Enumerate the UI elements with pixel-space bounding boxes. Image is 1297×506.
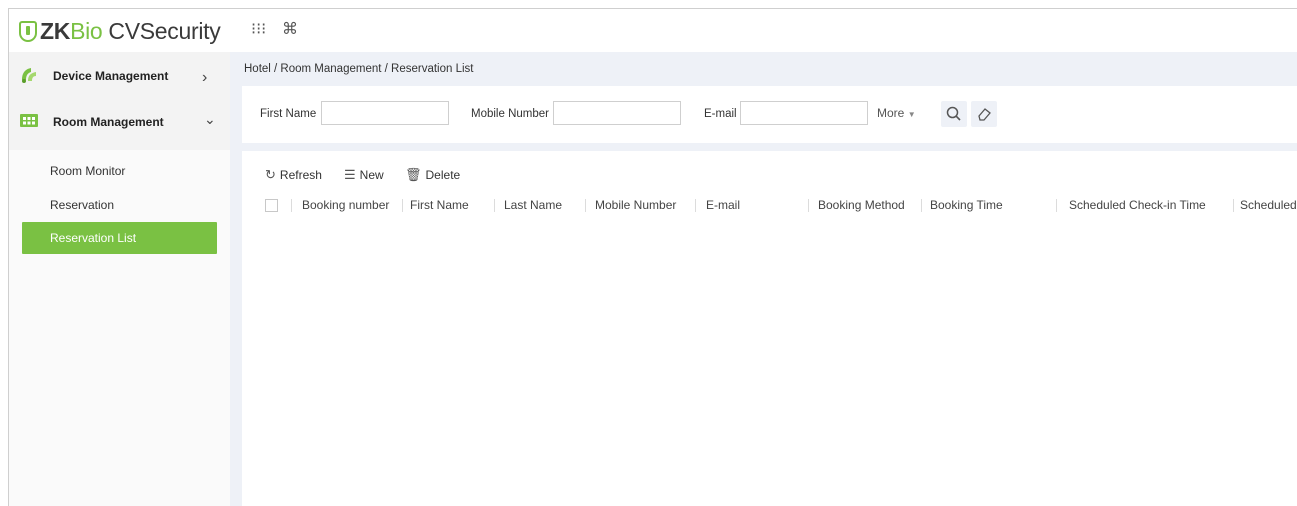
trash-icon: 🗑 <box>405 167 422 182</box>
main-content: Hotel / Room Management / Reservation Li… <box>230 52 1297 506</box>
chevron-right-icon: › <box>202 69 208 86</box>
table-header: Booking number First Name Last Name Mobi… <box>242 191 1297 217</box>
filter-bar: First Name Mobile Number E-mail More ▼ <box>242 86 1297 143</box>
sidebar: Device Management › Room Management ⌄ Ro… <box>9 52 230 506</box>
logo-cvsecurity-text: CVSecurity <box>108 17 221 44</box>
room-management-icon <box>20 114 38 127</box>
column-divider <box>291 199 292 212</box>
clear-button[interactable] <box>971 101 997 127</box>
sidebar-submenu <box>9 150 230 506</box>
sidebar-item-reservation[interactable]: Reservation <box>50 198 114 212</box>
column-header-booking-number[interactable]: Booking number <box>302 198 389 212</box>
delete-label: Delete <box>425 168 461 182</box>
app-logo[interactable]: ZK Bio CVSecurity <box>19 17 221 45</box>
refresh-label: Refresh <box>279 168 322 182</box>
email-input[interactable] <box>740 101 868 125</box>
more-filters-button[interactable]: More ▼ <box>877 106 916 120</box>
logo-zk-text: ZK <box>40 17 71 44</box>
more-label: More <box>877 106 905 120</box>
sidebar-item-reservation-list[interactable]: Reservation List <box>22 222 217 254</box>
table-panel: ↻ Refresh ☰ New 🗑 Delete Booking number … <box>242 151 1297 506</box>
first-name-input[interactable] <box>321 101 449 125</box>
sidebar-group-label: Device Management <box>53 69 169 83</box>
search-button[interactable] <box>941 101 967 127</box>
sidebar-group-label: Room Management <box>53 115 164 129</box>
first-name-label: First Name <box>260 108 317 120</box>
add-list-icon: ☰ <box>344 167 356 182</box>
search-icon <box>946 106 961 121</box>
column-divider <box>585 199 586 212</box>
chevron-down-icon: ⌄ <box>204 111 216 127</box>
apps-grid-icon[interactable]: ⁝⁝⁝ <box>251 19 266 39</box>
refresh-button[interactable]: ↻ Refresh <box>265 167 322 183</box>
column-header-scheduled[interactable]: Scheduled <box>1240 198 1297 212</box>
device-management-icon <box>22 68 36 83</box>
sidebar-item-room-monitor[interactable]: Room Monitor <box>50 164 125 178</box>
logo-bio-text: Bio <box>70 17 103 44</box>
email-label: E-mail <box>704 108 737 120</box>
column-divider <box>494 199 495 212</box>
column-divider <box>695 199 696 212</box>
column-header-scheduled-check-in-time[interactable]: Scheduled Check-in Time <box>1069 198 1206 212</box>
column-header-booking-time[interactable]: Booking Time <box>930 198 1003 212</box>
column-divider <box>921 199 922 212</box>
refresh-icon: ↻ <box>265 167 276 182</box>
column-header-mobile-number[interactable]: Mobile Number <box>595 198 676 212</box>
column-divider <box>808 199 809 212</box>
select-all-checkbox[interactable] <box>265 199 278 212</box>
new-button[interactable]: ☰ New <box>344 167 384 183</box>
column-divider <box>1056 199 1057 212</box>
column-header-email[interactable]: E-mail <box>706 198 740 212</box>
caret-down-icon: ▼ <box>907 110 916 119</box>
breadcrumb: Hotel / Room Management / Reservation Li… <box>230 52 1297 86</box>
sidebar-group-device-management[interactable]: Device Management › <box>9 56 230 96</box>
column-divider <box>1233 199 1234 212</box>
eraser-icon <box>978 108 991 121</box>
shield-logo-icon <box>19 20 37 42</box>
sidebar-group-room-management[interactable]: Room Management ⌄ <box>9 102 230 142</box>
app-window: ZK Bio CVSecurity ⁝⁝⁝ ⌘ Device Managemen… <box>8 8 1297 506</box>
window-edge <box>0 0 8 506</box>
mobile-number-input[interactable] <box>553 101 681 125</box>
mobile-number-label: Mobile Number <box>471 108 549 120</box>
new-label: New <box>359 168 384 182</box>
top-bar: ZK Bio CVSecurity ⁝⁝⁝ ⌘ <box>9 9 1297 52</box>
command-icon[interactable]: ⌘ <box>282 19 298 39</box>
column-divider <box>402 199 403 212</box>
column-header-first-name[interactable]: First Name <box>410 198 469 212</box>
delete-button[interactable]: 🗑 Delete <box>405 167 460 183</box>
column-header-last-name[interactable]: Last Name <box>504 198 562 212</box>
column-header-booking-method[interactable]: Booking Method <box>818 198 905 212</box>
